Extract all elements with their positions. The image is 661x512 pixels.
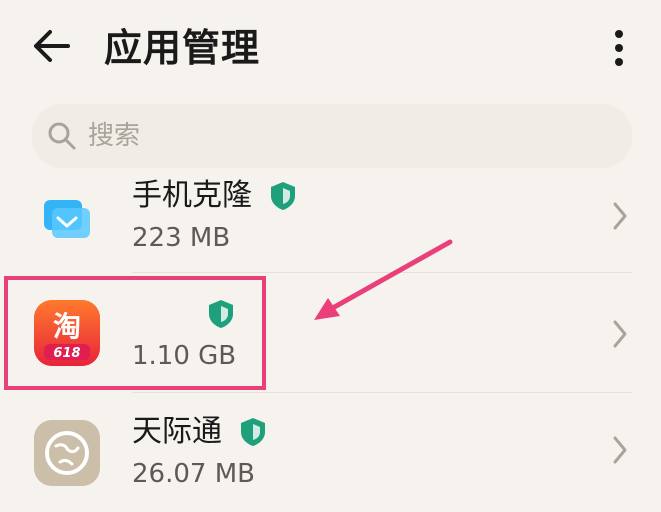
chevron-right-icon — [613, 202, 627, 230]
divider — [132, 392, 632, 393]
search-icon — [48, 122, 76, 150]
app-list-item[interactable]: 天际通 26.07 MB — [0, 394, 661, 512]
app-size: 26.07 MB — [132, 459, 255, 489]
search-input[interactable]: 搜索 — [88, 114, 140, 158]
back-arrow-icon[interactable] — [28, 22, 76, 70]
more-vertical-icon[interactable] — [604, 28, 634, 68]
shield-icon — [241, 418, 265, 446]
chevron-right-icon — [613, 436, 627, 464]
search-bar[interactable]: 搜索 — [32, 104, 632, 168]
chevron-right-icon — [613, 320, 627, 348]
globe-icon — [34, 420, 100, 486]
top-bar: 应用管理 — [0, 0, 661, 100]
page-title: 应用管理 — [104, 26, 261, 70]
app-size: 223 MB — [132, 223, 231, 253]
highlight-box — [4, 276, 266, 390]
app-name: 天际通 — [132, 414, 222, 449]
shield-icon — [271, 182, 295, 210]
annotation-arrow-icon — [314, 239, 453, 320]
phone-clone-icon — [34, 182, 100, 248]
app-name: 手机克隆 — [132, 178, 252, 213]
